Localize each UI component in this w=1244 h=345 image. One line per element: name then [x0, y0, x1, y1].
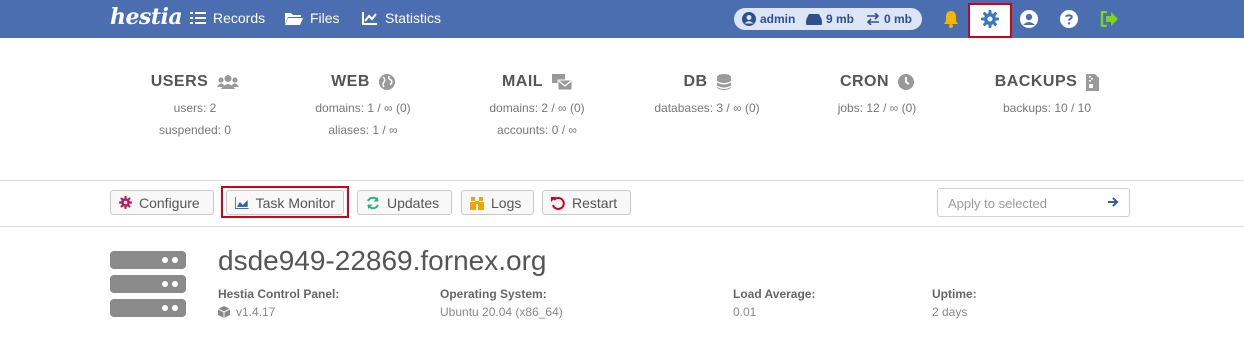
stat-cron-line1: jobs: 12 / ∞ (0) [837, 101, 917, 115]
server-settings-button[interactable] [979, 8, 1001, 30]
top-navbar: hestia Records Files Statistics admin 9 … [0, 0, 1244, 38]
stat-users-title: USERS [150, 73, 209, 90]
hard-drive-icon [806, 14, 822, 25]
stat-users-line2: suspended: 0 [158, 123, 232, 137]
pill-disk: 9 mb [806, 12, 854, 26]
clock-icon [898, 74, 915, 90]
stat-db[interactable]: DB databases: 3 / ∞ (0) [642, 72, 772, 115]
account-button[interactable] [1018, 8, 1040, 30]
info-load-average: Load Average: 0.01 [733, 287, 815, 319]
server-icon [110, 251, 186, 317]
gear-icon [119, 196, 132, 209]
stat-cron-title: CRON [839, 73, 890, 90]
stat-db-line1: databases: 3 / ∞ (0) [654, 101, 760, 115]
cube-icon [218, 306, 230, 318]
database-icon [716, 73, 731, 90]
username: admin [760, 12, 796, 26]
pill-bandwidth: 0 mb [866, 12, 912, 26]
info-hestia-version: Hestia Control Panel: v1.4.17 [218, 287, 339, 319]
user-usage-pill[interactable]: admin 9 mb 0 mb [734, 8, 922, 30]
bandwidth-usage: 0 mb [884, 12, 913, 26]
apply-to-selected-placeholder: Apply to selected [948, 196, 1048, 211]
nav-files-label: Files [310, 10, 340, 26]
help-button[interactable] [1058, 8, 1080, 30]
configure-label: Configure [139, 194, 200, 211]
question-icon [1060, 10, 1078, 28]
hestia-logo[interactable]: hestia [110, 4, 183, 30]
sync-icon [367, 196, 379, 209]
stat-mail-line2: accounts: 0 / ∞ [497, 123, 577, 137]
stat-backups-line1: backups: 10 / 10 [1002, 101, 1092, 115]
stat-backups[interactable]: BACKUPS backups: 10 / 10 [982, 72, 1112, 115]
stat-web[interactable]: WEB domains: 1 / ∞ (0) aliases: 1 / ∞ [298, 72, 428, 137]
stat-mail-title: MAIL [501, 73, 544, 90]
stat-web-title: WEB [331, 73, 370, 90]
restart-label: Restart [572, 194, 618, 211]
list-icon [190, 12, 206, 24]
stat-db-title: DB [683, 73, 708, 90]
exchange-icon [866, 13, 880, 25]
folder-icon [285, 13, 303, 25]
user-circle-icon [742, 12, 756, 26]
load-value: 0.01 [733, 305, 757, 319]
divider [0, 180, 1244, 181]
hcp-label: Hestia Control Panel: [218, 287, 340, 301]
configure-button[interactable]: Configure [110, 190, 214, 215]
task-monitor-highlight-box [221, 186, 349, 218]
gear-icon [981, 10, 999, 28]
logs-button[interactable]: Logs [461, 190, 534, 215]
globe-icon [378, 74, 395, 90]
pill-user: admin [742, 12, 795, 26]
chart-line-icon [362, 12, 377, 25]
file-archive-icon [1086, 73, 1100, 91]
nav-statistics[interactable]: Statistics [362, 10, 441, 26]
stat-users-line1: users: 2 [173, 101, 217, 115]
mail-bulk-icon [552, 74, 573, 90]
uptime-label: Uptime: [932, 287, 977, 301]
nav-files[interactable]: Files [285, 10, 340, 26]
divider [0, 226, 1244, 227]
stat-backups-title: BACKUPS [994, 73, 1078, 90]
apply-to-selected-select[interactable]: Apply to selected [937, 188, 1130, 217]
arrow-right-icon[interactable] [1107, 196, 1119, 208]
nav-records[interactable]: Records [190, 10, 265, 26]
updates-button[interactable]: Updates [357, 190, 452, 215]
stat-mail-line1: domains: 2 / ∞ (0) [489, 101, 585, 115]
undo-icon [551, 196, 565, 210]
logout-button[interactable] [1098, 8, 1120, 30]
notifications-button[interactable] [940, 8, 962, 30]
uptime-value: 2 days [932, 305, 968, 319]
updates-label: Updates [387, 194, 440, 211]
load-label: Load Average: [733, 287, 816, 301]
logout-icon [1100, 11, 1118, 27]
nav-statistics-label: Statistics [385, 10, 442, 26]
nav-records-label: Records [213, 10, 266, 26]
info-uptime: Uptime: 2 days [932, 287, 977, 319]
users-icon [217, 75, 240, 89]
server-hostname: dsde949-22869.fornex.org [218, 245, 547, 276]
bell-icon [944, 11, 958, 28]
info-operating-system: Operating System: Ubuntu 20.04 (x86_64) [440, 287, 563, 319]
os-label: Operating System: [440, 287, 547, 301]
disk-usage: 9 mb [826, 12, 855, 26]
user-circle-icon [1020, 10, 1038, 28]
restart-button[interactable]: Restart [542, 190, 631, 215]
os-value: Ubuntu 20.04 (x86_64) [440, 305, 563, 319]
logs-label: Logs [491, 194, 522, 211]
stat-users[interactable]: USERS users: 2 suspended: 0 [130, 72, 260, 137]
stat-cron[interactable]: CRON jobs: 12 / ∞ (0) [812, 72, 942, 115]
stat-mail[interactable]: MAIL domains: 2 / ∞ (0) accounts: 0 / ∞ [472, 72, 602, 137]
stat-web-line2: aliases: 1 / ∞ [328, 123, 398, 137]
binoculars-icon [470, 196, 484, 210]
stat-web-line1: domains: 1 / ∞ (0) [315, 101, 411, 115]
hcp-version: v1.4.17 [236, 305, 276, 319]
